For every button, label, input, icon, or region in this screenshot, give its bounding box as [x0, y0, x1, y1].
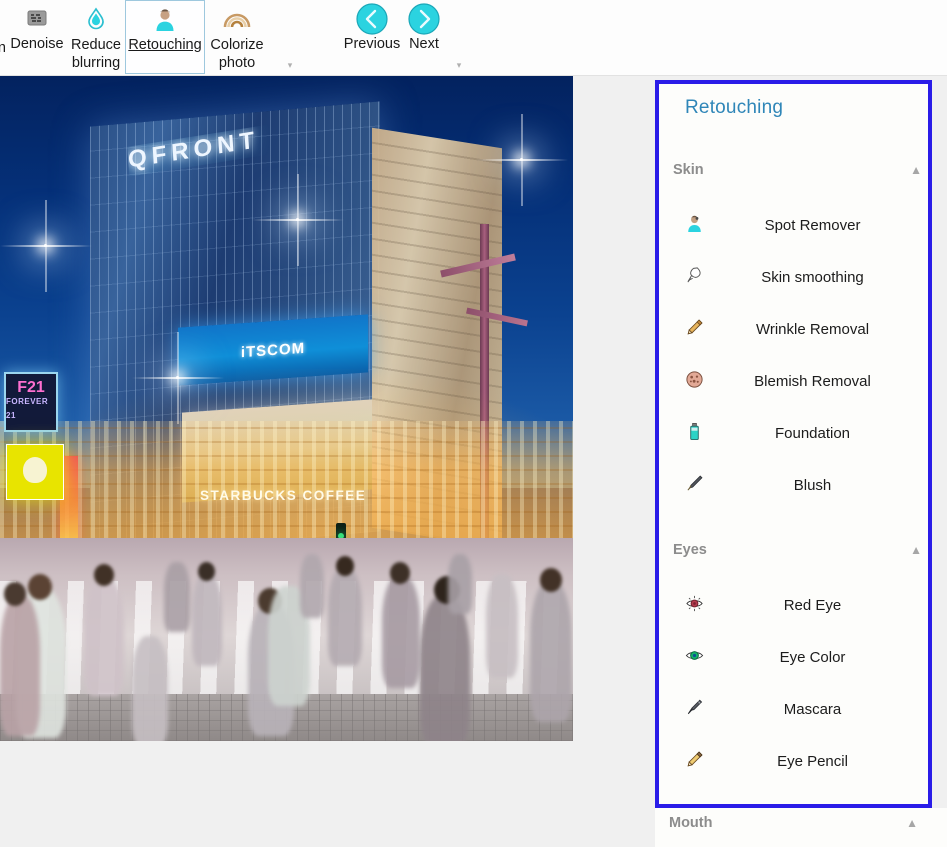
- rainbow-arc-icon: [222, 2, 252, 36]
- ribbon-button-retouching-label: Retouching: [125, 37, 204, 54]
- pedestrian-head: [540, 568, 562, 592]
- ribbon-button-colorize-photo[interactable]: Colorize photo: [206, 0, 268, 74]
- tool-foundation-label: Foundation: [715, 425, 922, 442]
- tool-blemish-removal[interactable]: Blemish Removal: [673, 361, 922, 401]
- panel-title: Retouching: [685, 97, 783, 119]
- pedestrian: [448, 554, 472, 614]
- person-portrait-icon: [152, 3, 178, 37]
- chevron-up-icon[interactable]: ▲: [910, 163, 922, 177]
- pedestrian: [164, 562, 190, 632]
- pedestrian: [420, 596, 470, 741]
- tool-foundation[interactable]: Foundation: [673, 413, 922, 453]
- starbucks-sign: STARBUCKS COFFEE: [200, 488, 366, 503]
- water-drop-icon: [83, 2, 109, 36]
- lens-flare-right: [520, 158, 523, 161]
- tool-eye-color-label: Eye Color: [715, 649, 922, 666]
- pedestrian: [486, 574, 518, 678]
- pedestrian: [328, 568, 362, 666]
- ribbon-button-colorize-label2: photo: [216, 54, 258, 72]
- tool-blemish-removal-label: Blemish Removal: [715, 373, 922, 390]
- pedestrian: [0, 596, 40, 736]
- pedestrian-head: [390, 562, 410, 584]
- bottle-icon: [673, 422, 715, 444]
- tool-eye-pencil-label: Eye Pencil: [715, 753, 922, 770]
- ribbon-button-reduce-label2: blurring: [69, 54, 123, 72]
- f21-text: F21: [17, 381, 45, 395]
- ribbon-button-denoise-label: Denoise: [7, 36, 66, 53]
- pedestrian: [84, 578, 124, 696]
- colorize-group-dropdown-icon[interactable]: ▾: [283, 58, 297, 72]
- ribbon-button-retouching[interactable]: Retouching: [125, 0, 205, 74]
- forever21-billboard: F21 FOREVER 21: [4, 372, 58, 432]
- yellow-billboard: [6, 444, 64, 500]
- blemish-dot-icon: [673, 370, 715, 392]
- ribbon-button-reduce-label1: Reduce: [68, 36, 124, 54]
- chevron-up-icon[interactable]: ▲: [906, 816, 918, 830]
- pedestrian: [382, 576, 420, 688]
- tool-skin-smoothing[interactable]: Skin smoothing: [673, 257, 922, 297]
- tool-eye-color[interactable]: Eye Color: [673, 637, 922, 677]
- chevron-right-circle-icon: [408, 2, 440, 36]
- group-header-eyes[interactable]: Eyes ▲: [673, 537, 922, 563]
- pedestrian-head: [28, 574, 52, 600]
- eye-pencil-icon: [673, 750, 715, 772]
- retouching-panel: Retouching Skin ▲ Spot Remover: [655, 80, 932, 808]
- ribbon-button-reduce-blurring[interactable]: Reduce blurring: [68, 0, 124, 74]
- tool-spot-remover[interactable]: Spot Remover: [673, 205, 922, 245]
- pedestrian: [132, 636, 168, 741]
- brush-icon: [673, 474, 715, 496]
- pencil-icon: [673, 318, 715, 340]
- pedestrian-head: [94, 564, 114, 586]
- app-root: n Denoise: [0, 0, 947, 847]
- pedestrian: [192, 574, 222, 666]
- ribbon-button-previous[interactable]: Previous: [341, 0, 403, 74]
- pedestrian: [300, 554, 324, 618]
- tool-mascara-label: Mascara: [715, 701, 922, 718]
- tool-red-eye[interactable]: Red Eye: [673, 585, 922, 625]
- photo-canvas[interactable]: QFRONT iTSCOM STARBUCKS COFFEE TSUTAYA F…: [0, 76, 573, 741]
- lens-flare-left: [44, 244, 47, 247]
- chevron-left-circle-icon: [356, 2, 388, 36]
- ribbon-button-next-label: Next: [406, 36, 442, 53]
- person-spot-icon: [673, 214, 715, 236]
- red-eye-icon: [673, 594, 715, 616]
- pedestrian: [530, 582, 572, 722]
- tool-wrinkle-removal-label: Wrinkle Removal: [715, 321, 922, 338]
- pedestrian-head: [198, 562, 215, 581]
- chevron-up-icon[interactable]: ▲: [910, 543, 922, 557]
- tool-eye-pencil[interactable]: Eye Pencil: [673, 741, 922, 781]
- mascara-icon: [673, 698, 715, 720]
- tool-red-eye-label: Red Eye: [715, 597, 922, 614]
- group-header-skin[interactable]: Skin ▲: [673, 157, 922, 183]
- tool-blush-label: Blush: [715, 477, 922, 494]
- eye-color-icon: [673, 646, 715, 668]
- tool-spot-remover-label: Spot Remover: [715, 217, 922, 234]
- tool-blush[interactable]: Blush: [673, 465, 922, 505]
- ribbon-button-previous-label: Previous: [341, 36, 403, 53]
- ribbon-button-colorize-label1: Colorize: [207, 36, 266, 54]
- ribbon-button-next[interactable]: Next: [402, 0, 446, 74]
- group-header-eyes-label: Eyes: [673, 542, 707, 558]
- pedestrian-head: [336, 556, 354, 576]
- denoise-icon: [26, 2, 48, 36]
- ribbon-button-denoise[interactable]: Denoise: [6, 0, 68, 74]
- navigation-group-dropdown-icon[interactable]: ▾: [452, 58, 466, 72]
- tool-skin-smoothing-label: Skin smoothing: [715, 269, 922, 286]
- group-header-mouth[interactable]: Mouth ▲: [655, 810, 932, 836]
- smoothing-icon: [673, 266, 715, 288]
- group-header-mouth-label: Mouth: [669, 815, 712, 831]
- lens-flare-mid: [296, 218, 299, 221]
- group-header-skin-label: Skin: [673, 162, 704, 178]
- storefront-band: [0, 421, 573, 541]
- tool-wrinkle-removal[interactable]: Wrinkle Removal: [673, 309, 922, 349]
- tool-mascara[interactable]: Mascara: [673, 689, 922, 729]
- pedestrian-head: [4, 582, 26, 606]
- f21-subtext: FOREVER 21: [6, 395, 56, 423]
- ribbon-toolbar: n Denoise: [0, 0, 947, 76]
